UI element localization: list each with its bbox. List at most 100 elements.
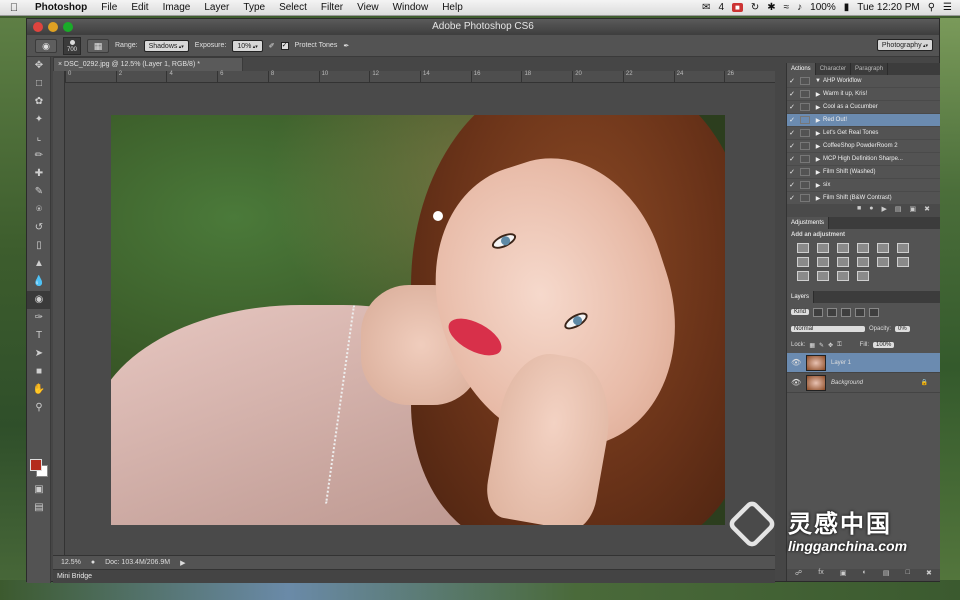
hand-tool-icon[interactable]: ✋ xyxy=(27,381,51,399)
range-select[interactable]: Shadows xyxy=(143,39,189,52)
canvas-area[interactable] xyxy=(65,83,775,555)
opacity-input[interactable]: 0% xyxy=(895,326,910,332)
tab-character[interactable]: Character xyxy=(816,63,852,75)
crop-tool-icon[interactable]: ⌞ xyxy=(27,129,51,147)
menu-image[interactable]: Image xyxy=(156,2,198,13)
burn-tool-preset-icon[interactable]: ◉ xyxy=(35,38,57,53)
eraser-tool-icon[interactable]: ▯ xyxy=(27,237,51,255)
menu-edit[interactable]: Edit xyxy=(124,2,155,13)
brush-tool-icon[interactable]: ✎ xyxy=(27,183,51,201)
wifi-icon[interactable]: ≈ xyxy=(784,2,790,13)
threshold-icon[interactable] xyxy=(817,271,829,281)
vertical-ruler[interactable] xyxy=(53,71,65,555)
minimize-window-button[interactable] xyxy=(48,22,58,32)
type-filter-icon[interactable] xyxy=(841,307,852,317)
path-selection-tool-icon[interactable]: ➤ xyxy=(27,345,51,363)
action-item[interactable]: ✓ ▶ Warm it up, Kris! xyxy=(787,88,940,101)
menu-layer[interactable]: Layer xyxy=(197,2,236,13)
menu-select[interactable]: Select xyxy=(272,2,314,13)
horizontal-ruler[interactable]: 0 2 4 6 8 10 12 14 16 18 20 22 24 26 xyxy=(65,71,775,83)
type-tool-icon[interactable]: T xyxy=(27,327,51,345)
delete-layer-icon[interactable]: ✖ xyxy=(926,569,932,581)
action-item[interactable]: ✓ ▶ Cool as a Cucumber xyxy=(787,101,940,114)
smart-object-filter-icon[interactable] xyxy=(869,307,880,317)
screen-mode-icon[interactable]: ▤ xyxy=(27,499,51,517)
healing-brush-tool-icon[interactable]: ✚ xyxy=(27,165,51,183)
tab-paragraph[interactable]: Paragraph xyxy=(851,63,889,75)
action-item[interactable]: ✓ ▶ Film Shift (Washed) xyxy=(787,166,940,179)
selective-color-icon[interactable] xyxy=(857,271,869,281)
close-window-button[interactable] xyxy=(33,22,43,32)
airbrush-icon[interactable]: ✐ xyxy=(269,42,275,50)
blend-mode-select[interactable]: Normal xyxy=(791,326,865,332)
spotlight-search-icon[interactable]: ⚲ xyxy=(928,2,935,13)
play-icon[interactable]: ▶ xyxy=(881,205,886,217)
tab-adjustments[interactable]: Adjustments xyxy=(787,217,830,229)
menu-file[interactable]: File xyxy=(94,2,124,13)
tablet-pressure-icon[interactable]: ✒ xyxy=(343,42,349,50)
paint-bucket-tool-icon[interactable]: ▲ xyxy=(27,255,51,273)
battery-level[interactable]: 100% xyxy=(810,2,836,13)
new-adjustment-layer-icon[interactable]: ◐ xyxy=(863,569,867,581)
record-icon[interactable]: ● xyxy=(869,205,873,217)
document-tab[interactable]: × DSC_0292.jpg @ 12.5% (Layer 1, RGB/8) … xyxy=(53,57,243,71)
mini-bridge-tab[interactable]: Mini Bridge xyxy=(57,573,92,580)
menu-help[interactable]: Help xyxy=(435,2,470,13)
pixel-filter-icon[interactable] xyxy=(813,307,824,317)
blur-tool-icon[interactable]: 💧 xyxy=(27,273,51,291)
vibrance-icon[interactable] xyxy=(877,243,889,253)
new-layer-icon[interactable]: □ xyxy=(906,569,910,581)
lasso-tool-icon[interactable]: ✿ xyxy=(27,93,51,111)
visibility-eye-icon[interactable]: 👁 xyxy=(791,378,801,387)
tab-actions[interactable]: Actions xyxy=(787,63,816,75)
channel-mixer-icon[interactable] xyxy=(857,257,869,267)
menu-type[interactable]: Type xyxy=(236,2,272,13)
fill-input[interactable]: 100% xyxy=(873,342,895,348)
eyedropper-tool-icon[interactable]: ✏ xyxy=(27,147,51,165)
lock-pixels-icon[interactable]: ✎ xyxy=(819,342,824,349)
menu-view[interactable]: View xyxy=(350,2,386,13)
sync-icon[interactable]: ↻ xyxy=(751,2,759,13)
quick-selection-tool-icon[interactable]: ✦ xyxy=(27,111,51,129)
layer-kind-filter[interactable]: Kind xyxy=(791,309,810,315)
mini-bridge-panel[interactable]: Mini Bridge xyxy=(53,569,775,583)
new-group-icon[interactable]: ▤ xyxy=(883,569,890,581)
link-layers-icon[interactable]: ☍ xyxy=(795,569,802,581)
layer-row-layer-1[interactable]: 👁 Layer 1 xyxy=(787,353,940,373)
delete-action-icon[interactable]: ✖ xyxy=(924,205,930,217)
layer-row-background[interactable]: 👁 Background 🔒 xyxy=(787,373,940,393)
action-set[interactable]: ✓ ▼ AHP Workflow xyxy=(787,75,940,88)
bluetooth-icon[interactable]: ✱ xyxy=(767,2,775,13)
notification-center-icon[interactable]: ☰ xyxy=(943,2,952,13)
action-item[interactable]: ✓ ▶ Film Shift (B&W Contrast) xyxy=(787,192,940,205)
shape-filter-icon[interactable] xyxy=(855,307,866,317)
notification-icon[interactable]: ✉ xyxy=(702,2,710,13)
action-item[interactable]: ✓ ▶ CoffeeShop PowderRoom 2 xyxy=(787,140,940,153)
clock[interactable]: Tue 12:20 PM xyxy=(857,2,919,13)
action-item[interactable]: ✓ ▶ six xyxy=(787,179,940,192)
new-set-icon[interactable]: ▤ xyxy=(895,205,902,217)
app-status-icon[interactable]: ■ xyxy=(732,3,743,12)
brightness-contrast-icon[interactable] xyxy=(797,243,809,253)
burn-tool-icon[interactable]: ◉ xyxy=(27,291,51,309)
new-action-icon[interactable]: ▣ xyxy=(910,205,917,217)
marquee-tool-icon[interactable]: □ xyxy=(27,75,51,93)
exposure-icon[interactable] xyxy=(857,243,869,253)
layer-mask-icon[interactable]: ▣ xyxy=(840,569,847,581)
color-balance-icon[interactable] xyxy=(797,257,809,267)
action-item[interactable]: ✓ ▶ MCP High Definition Sharpe... xyxy=(787,153,940,166)
portrait-photo[interactable] xyxy=(111,115,725,525)
quick-mask-icon[interactable]: ▣ xyxy=(27,481,51,499)
levels-icon[interactable] xyxy=(817,243,829,253)
action-item[interactable]: ✓ ▶ Let's Get Real Tones xyxy=(787,127,940,140)
close-document-icon[interactable]: × xyxy=(58,61,62,68)
clone-stamp-tool-icon[interactable]: ⍟ xyxy=(27,201,51,219)
volume-icon[interactable]: ♪ xyxy=(797,2,802,13)
status-menu-icon[interactable]: ● xyxy=(91,559,95,566)
protect-tones-checkbox[interactable]: ✓ xyxy=(280,41,289,50)
tab-layers[interactable]: Layers xyxy=(787,291,815,303)
action-item-selected[interactable]: ✓ ▶ Red Out! xyxy=(787,114,940,127)
black-white-icon[interactable] xyxy=(817,257,829,267)
history-brush-tool-icon[interactable]: ↺ xyxy=(27,219,51,237)
hue-saturation-icon[interactable] xyxy=(897,243,909,253)
